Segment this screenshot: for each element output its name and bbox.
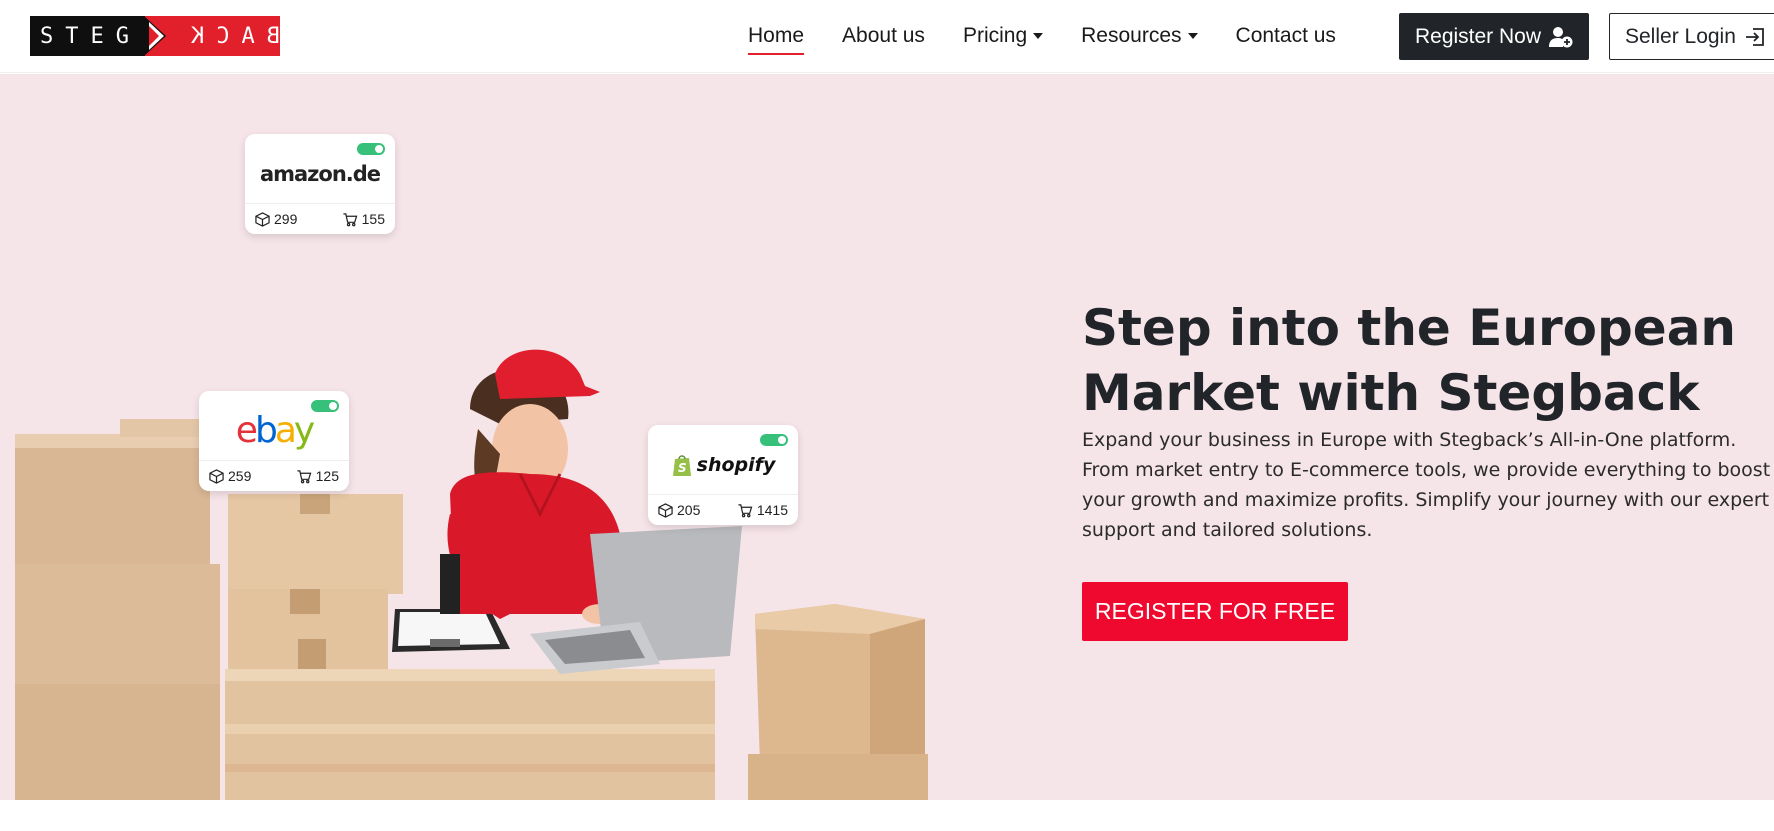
amazon-enabled-toggle[interactable]	[357, 143, 385, 155]
shopify-products-count: 205	[677, 502, 701, 518]
seller-login-button[interactable]: Seller Login	[1609, 13, 1774, 60]
nav-item-contact-us[interactable]: Contact us	[1236, 20, 1336, 52]
nav-item-about-us[interactable]: About us	[842, 20, 925, 52]
ebay-orders-count: 125	[315, 468, 339, 484]
ebay-products-stat: 259	[209, 468, 251, 484]
box-icon	[209, 468, 224, 484]
nav-item-label: Home	[748, 24, 805, 47]
ebay-orders-stat: 125	[296, 468, 339, 484]
cart-icon	[297, 469, 312, 483]
hero-section: amazon.de 299 155 ebay 259 125 S shopify…	[0, 74, 1774, 800]
cart-icon	[343, 212, 358, 226]
shopify-enabled-toggle[interactable]	[760, 434, 788, 446]
amazon-products-count: 299	[274, 211, 298, 227]
cart-icon	[738, 503, 753, 517]
marketplace-card-shopify[interactable]: S shopify 205 1415	[648, 425, 798, 525]
logo-right-block: BACK	[144, 16, 280, 56]
hero-description: Expand your business in Europe with Steg…	[1082, 429, 1771, 541]
hero-title: Step into the European Market with Stegb…	[1082, 299, 1737, 422]
caret-down-icon	[1187, 33, 1198, 39]
register-now-button[interactable]: Register Now	[1399, 13, 1589, 60]
seller-login-label: Seller Login	[1625, 24, 1736, 48]
shopify-orders-stat: 1415	[737, 502, 788, 518]
box-icon	[658, 502, 673, 518]
register-now-label: Register Now	[1414, 24, 1542, 48]
ebay-enabled-toggle[interactable]	[311, 400, 339, 412]
amazon-products-stat: 299	[255, 211, 297, 227]
main-nav: Home About us Pricing Resources Contact …	[748, 20, 1374, 55]
marketplace-card-ebay[interactable]: ebay 259 125	[199, 391, 349, 491]
login-icon	[1745, 27, 1764, 46]
shopify-orders-count: 1415	[756, 502, 788, 518]
register-for-free-label: REGISTER FOR FREE	[1094, 598, 1336, 624]
shopify-stats: 205 1415	[648, 495, 798, 525]
shopify-bag-icon: S	[672, 454, 691, 476]
amazon-orders-count: 155	[361, 211, 385, 227]
ebay-brand-text: ebay	[235, 410, 315, 451]
ebay-products-count: 259	[228, 468, 252, 484]
nav-item-label: Contact us	[1235, 24, 1336, 47]
logo-right-text: BACK	[179, 23, 280, 49]
hero-illustration	[15, 349, 928, 800]
box-stack-left	[15, 419, 220, 800]
ebay-stats: 259 125	[199, 461, 349, 491]
svg-text:S: S	[678, 461, 687, 475]
logo-left-text: STEG	[30, 16, 145, 56]
desk	[225, 669, 715, 800]
amazon-orders-stat: 155	[342, 211, 385, 227]
shopify-products-stat: 205	[658, 502, 700, 518]
caret-down-icon	[1033, 33, 1044, 39]
user-plus-icon	[1549, 26, 1573, 47]
shopify-brand-text: shopify	[696, 453, 776, 476]
nav-item-label: Pricing	[962, 24, 1028, 47]
clipboard	[392, 609, 510, 652]
amazon-stats: 299 155	[245, 204, 395, 234]
logo-chevron-inner	[149, 26, 159, 46]
box-icon	[255, 211, 270, 227]
amazon-brand-text: amazon.de	[259, 161, 381, 186]
nav-item-label: About us	[842, 24, 925, 47]
nav-item-resources[interactable]: Resources	[1081, 20, 1198, 52]
shopify-brand: S shopify	[671, 453, 776, 477]
box-stack-right	[748, 604, 928, 800]
stegback-logo[interactable]: STEG BACK	[30, 16, 280, 56]
top-navbar: STEG BACK Home About us Pricing Resource…	[0, 0, 1774, 73]
nav-item-pricing[interactable]: Pricing	[962, 20, 1044, 52]
register-for-free-button[interactable]: REGISTER FOR FREE	[1082, 582, 1348, 641]
box-stack-middle	[228, 494, 403, 674]
marketplace-card-amazon[interactable]: amazon.de 299 155	[245, 134, 395, 234]
nav-item-label: Resources	[1081, 24, 1182, 47]
nav-item-home[interactable]: Home	[748, 20, 805, 55]
